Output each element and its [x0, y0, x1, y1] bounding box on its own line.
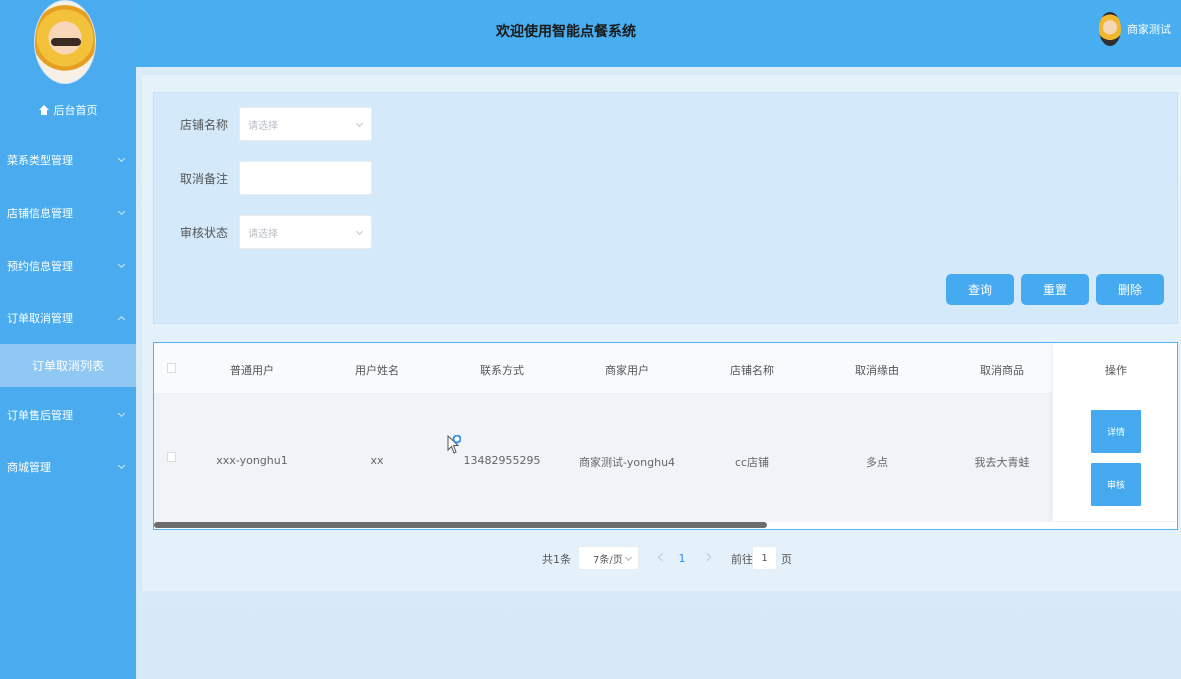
header-cancel-reason: 取消缘由 [855, 364, 899, 377]
header-merchant-user: 商家用户 [605, 364, 649, 377]
audit-status-placeholder: 请选择 [248, 228, 278, 240]
query-button[interactable]: 查询 [946, 274, 1014, 305]
sidebar-item-mall[interactable]: 商城管理 [0, 452, 136, 482]
cell-user-name: xx [370, 454, 384, 467]
sidebar-item-cuisine-type[interactable]: 菜系类型管理 [0, 145, 136, 175]
user-name: 商家测试 [1127, 23, 1171, 36]
sidebar-item-after-sales[interactable]: 订单售后管理 [0, 400, 136, 430]
delete-button[interactable]: 删除 [1096, 274, 1164, 305]
profile-avatar[interactable] [34, 0, 96, 84]
mouse-pointer-icon [447, 435, 461, 454]
pagination-total: 共1条 [542, 553, 571, 566]
sidebar-home-label: 后台首页 [53, 104, 98, 117]
shop-name-select[interactable]: 请选择 [239, 107, 372, 141]
page-title: 欢迎使用智能点餐系统 [496, 24, 636, 40]
shop-name-label: 店铺名称 [180, 118, 229, 132]
audit-status-select[interactable]: 请选择 [239, 215, 372, 249]
row-checkbox[interactable] [167, 452, 176, 462]
sidebar-item-label: 预约信息管理 [7, 260, 73, 273]
chevron-down-icon [117, 154, 126, 163]
sidebar-item-label: 菜系类型管理 [7, 154, 73, 167]
sidebar-subitem-order-cancel-list[interactable]: 订单取消列表 [0, 344, 136, 387]
sidebar-item-shop-info[interactable]: 店铺信息管理 [0, 198, 136, 228]
cell-contact: 13482955295 [463, 454, 541, 467]
chevron-down-icon [117, 461, 126, 470]
header-contact: 联系方式 [480, 364, 524, 377]
sidebar-item-order-cancel[interactable]: 订单取消管理 [0, 303, 136, 333]
reset-button[interactable]: 重置 [1021, 274, 1089, 305]
home-icon [38, 105, 49, 115]
pagination-current-page[interactable]: 1 [670, 546, 694, 570]
top-header: 欢迎使用智能点餐系统 商家测试 [136, 0, 1181, 67]
sidebar: 后台首页 菜系类型管理 店铺信息管理 预约信息管理 订单取消管理 订单取消列表 … [0, 0, 136, 679]
header-cancel-item: 取消商品 [980, 364, 1024, 377]
sidebar-subitem-label: 订单取消列表 [31, 359, 104, 373]
sidebar-item-reservation[interactable]: 预约信息管理 [0, 251, 136, 281]
sidebar-home[interactable]: 后台首页 [0, 96, 136, 124]
cell-regular-user: xxx-yonghu1 [216, 454, 288, 467]
pagination-goto-input[interactable]: 1 [752, 546, 777, 570]
actions-column: 操作 详情 审核 [1052, 343, 1177, 521]
sidebar-item-label: 商城管理 [7, 461, 51, 474]
chevron-down-icon [117, 260, 126, 269]
cancel-order-table: 普通用户 用户姓名 联系方式 商家用户 店铺名称 取消缘由 取消商品 xxx-y… [153, 342, 1178, 530]
profile-avatar-icon [34, 0, 96, 84]
pagination-goto-suffix: 页 [781, 553, 792, 566]
cell-cancel-item: 我去大青蛙 [974, 456, 1030, 469]
chevron-up-icon [117, 315, 126, 324]
table-row[interactable]: xxx-yonghu1 xx 13482955295 商家测试-yonghu4 … [154, 394, 1177, 522]
sidebar-item-label: 店铺信息管理 [7, 207, 73, 220]
shop-name-placeholder: 请选择 [248, 120, 278, 132]
chevron-down-icon [355, 227, 364, 236]
cell-merchant-user: 商家测试-yonghu4 [578, 456, 676, 469]
cancel-note-input[interactable] [239, 161, 372, 195]
select-all-checkbox[interactable] [167, 363, 176, 373]
chevron-down-icon [117, 207, 126, 216]
cancel-note-label: 取消备注 [180, 172, 229, 186]
header-shop-name: 店铺名称 [730, 364, 774, 377]
cell-cancel-reason: 多点 [866, 456, 888, 469]
table-header: 普通用户 用户姓名 联系方式 商家用户 店铺名称 取消缘由 取消商品 [154, 343, 1177, 394]
chevron-down-icon [355, 119, 364, 128]
header-user-name: 用户姓名 [355, 364, 399, 377]
horizontal-scrollbar[interactable] [154, 522, 767, 528]
user-menu[interactable]: 商家测试 [1099, 12, 1171, 46]
header-regular-user: 普通用户 [230, 364, 274, 377]
chevron-down-icon [117, 409, 126, 418]
detail-button[interactable]: 详情 [1091, 410, 1141, 453]
header-actions: 操作 [1105, 364, 1127, 377]
pagination-goto-prefix: 前往 [731, 553, 753, 566]
audit-button[interactable]: 审核 [1091, 463, 1141, 506]
sidebar-item-label: 订单售后管理 [7, 409, 73, 422]
page-size-value: 7条/页 [593, 554, 623, 566]
user-avatar-icon [1099, 12, 1121, 46]
sidebar-item-label: 订单取消管理 [7, 312, 73, 325]
audit-status-label: 审核状态 [180, 226, 229, 240]
cell-shop-name: cc店铺 [734, 456, 770, 469]
